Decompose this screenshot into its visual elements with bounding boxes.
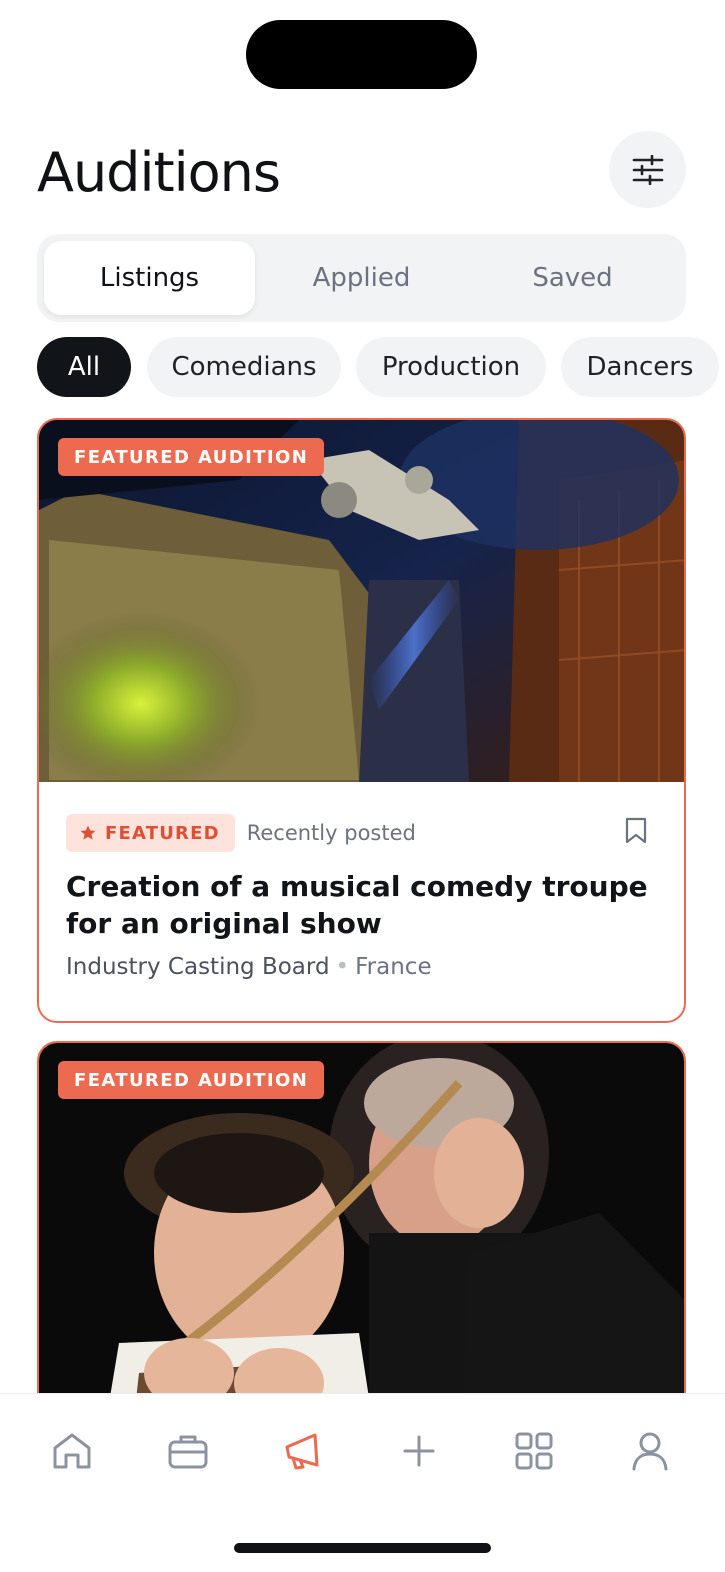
tab-listings[interactable]: Listings [44,241,255,315]
grid-icon [515,1432,553,1470]
tab-home[interactable] [50,1429,94,1473]
tab-auditions[interactable] [280,1429,324,1473]
chip-dancers[interactable]: Dancers [561,337,719,397]
tab-saved[interactable]: Saved [467,241,678,315]
posted-time: Recently posted [246,821,416,845]
location: France [355,954,432,980]
tab-profile[interactable] [628,1429,672,1473]
filter-button[interactable] [609,131,686,208]
plus-icon [403,1435,435,1467]
dynamic-island [246,20,477,89]
briefcase-icon [168,1435,208,1469]
megaphone-icon [285,1433,319,1470]
tab-jobs[interactable] [166,1429,210,1473]
separator-dot: • [335,954,350,980]
bookmark-icon[interactable] [625,817,647,844]
featured-pill: FEATURED [66,814,235,852]
featured-audition-badge: FEATURED AUDITION [58,1061,325,1099]
tab-create[interactable] [397,1429,441,1473]
home-icon [53,1433,91,1469]
featured-label: FEATURED [105,822,220,844]
featured-audition-badge: FEATURED AUDITION [58,438,325,476]
card-subtitle: Industry Casting Board • France [66,954,657,980]
profile-icon [632,1432,668,1471]
page-title: Auditions [37,141,281,204]
audition-card[interactable]: FEATURED AUDITION FEATURED Recently post… [37,418,686,1023]
home-indicator [234,1543,491,1553]
chip-all[interactable]: All [37,337,131,397]
chip-comedians[interactable]: Comedians [147,337,341,397]
organization: Industry Casting Board [66,954,330,980]
card-image: FEATURED AUDITION [39,420,684,782]
star-icon [80,825,96,840]
tab-apps[interactable] [512,1429,556,1473]
card-title: Creation of a musical comedy troupe for … [66,870,648,940]
category-chips: All Comedians Production Dancers [37,337,725,397]
segmented-control: Listings Applied Saved [37,234,686,322]
sliders-icon [632,154,663,185]
chip-production[interactable]: Production [356,337,546,397]
tab-applied[interactable]: Applied [256,241,467,315]
